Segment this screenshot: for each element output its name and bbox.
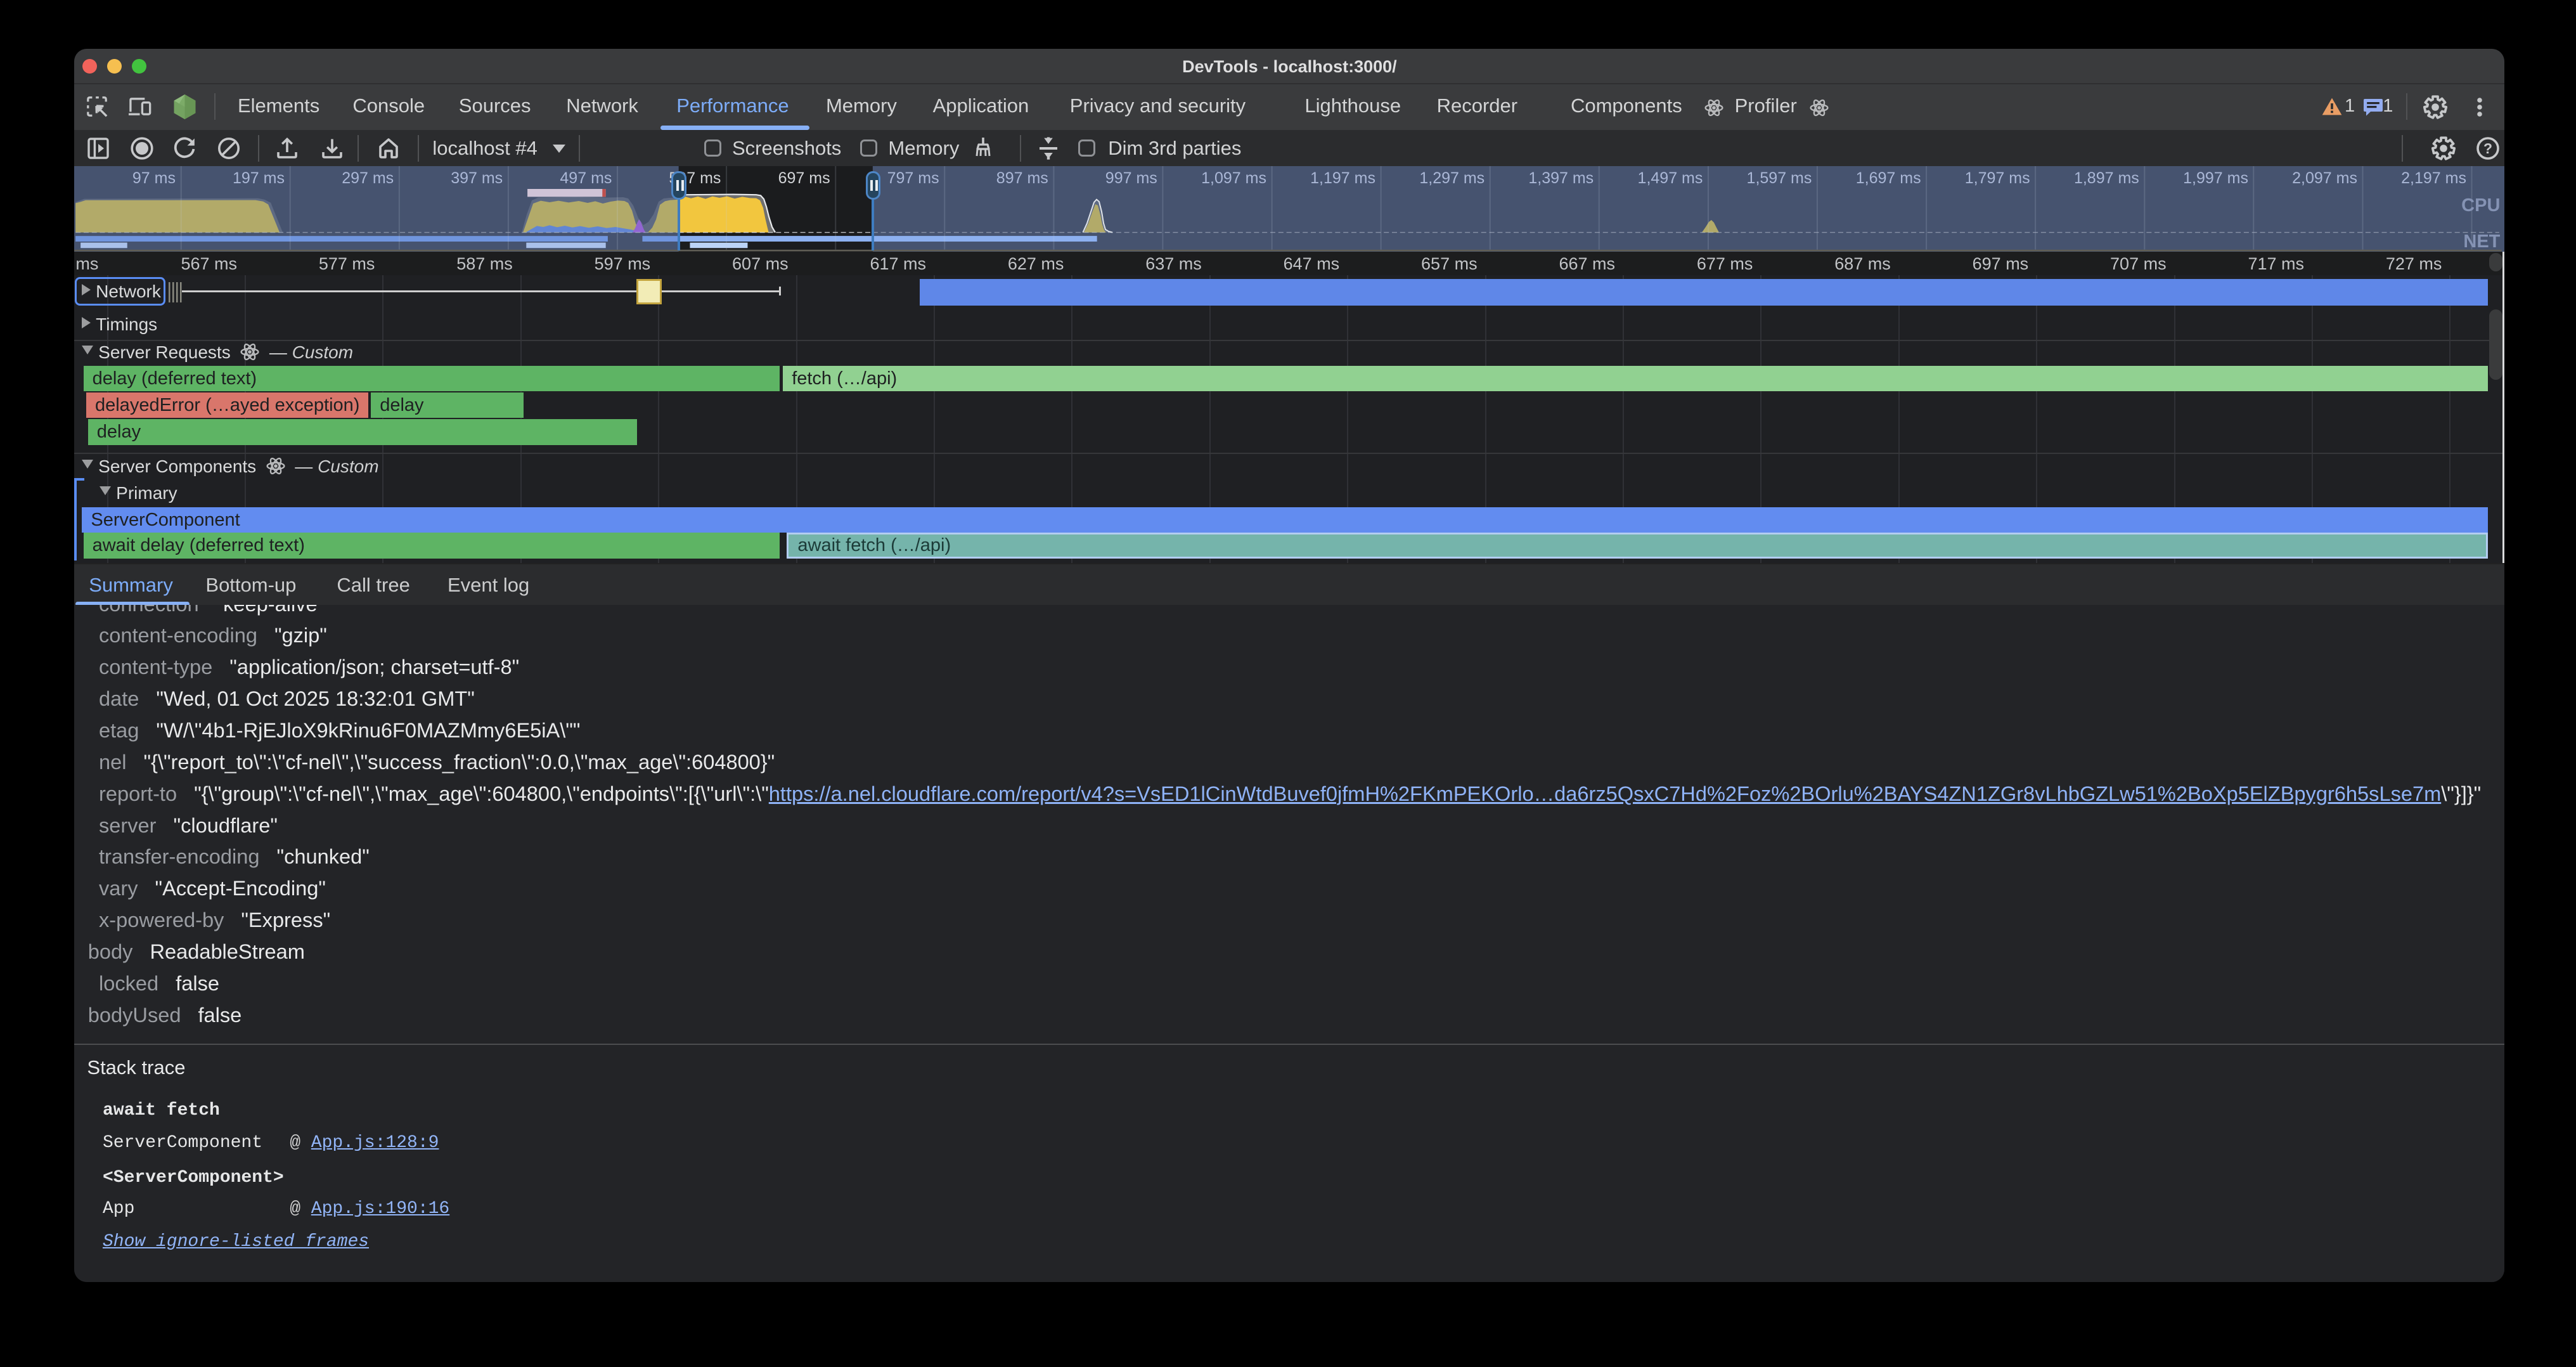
svg-text:?: ? [2483, 139, 2492, 156]
